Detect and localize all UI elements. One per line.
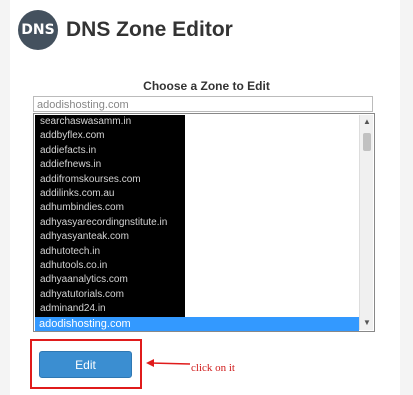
zone-filter-input[interactable]: adodishosting.com (33, 96, 373, 112)
selected-zone-option[interactable]: adodishosting.com (35, 317, 359, 331)
zone-option[interactable]: adhyaanalytics.com (40, 273, 128, 287)
scroll-thumb[interactable] (363, 133, 371, 151)
zone-option[interactable]: addiefacts.in (40, 144, 96, 158)
annotation-arrow-icon (146, 359, 191, 367)
redacted-zone-block: searchaswasamm.in addbyflex.com addiefac… (35, 115, 185, 317)
zone-listbox[interactable]: searchaswasamm.in addbyflex.com addiefac… (33, 113, 375, 332)
dns-logo-icon: DNS (18, 10, 58, 50)
zone-option[interactable]: adhumbindies.com (40, 201, 124, 215)
zone-option[interactable]: searchaswasamm.in (40, 115, 131, 129)
zone-select-label: Choose a Zone to Edit (143, 79, 270, 93)
zone-option[interactable]: adhutools.co.in (40, 259, 107, 273)
zone-option[interactable]: adhyatutorials.com (40, 288, 124, 302)
zone-option[interactable]: adhyasyanteak.com (40, 230, 129, 244)
zone-option[interactable]: addbyflex.com (40, 129, 104, 143)
zone-option[interactable]: adhutotech.in (40, 245, 100, 259)
zone-option[interactable]: addiefnews.in (40, 158, 101, 172)
scroll-down-arrow-icon[interactable]: ▼ (362, 318, 372, 328)
page-header: DNS DNS Zone Editor (18, 10, 233, 50)
zone-option[interactable]: adminand24.in (40, 302, 106, 316)
zone-option[interactable]: addifromskourses.com (40, 173, 141, 187)
zone-option[interactable]: addilinks.com.au (40, 187, 114, 201)
edit-button[interactable]: Edit (39, 351, 132, 378)
scroll-up-arrow-icon[interactable]: ▲ (362, 117, 372, 127)
annotation-text: click on it (191, 362, 235, 374)
listbox-scrollbar[interactable]: ▲ ▼ (359, 115, 373, 330)
page-title: DNS Zone Editor (66, 18, 233, 41)
zone-option[interactable]: adhyasyarecordingnstitute.in (40, 216, 167, 230)
